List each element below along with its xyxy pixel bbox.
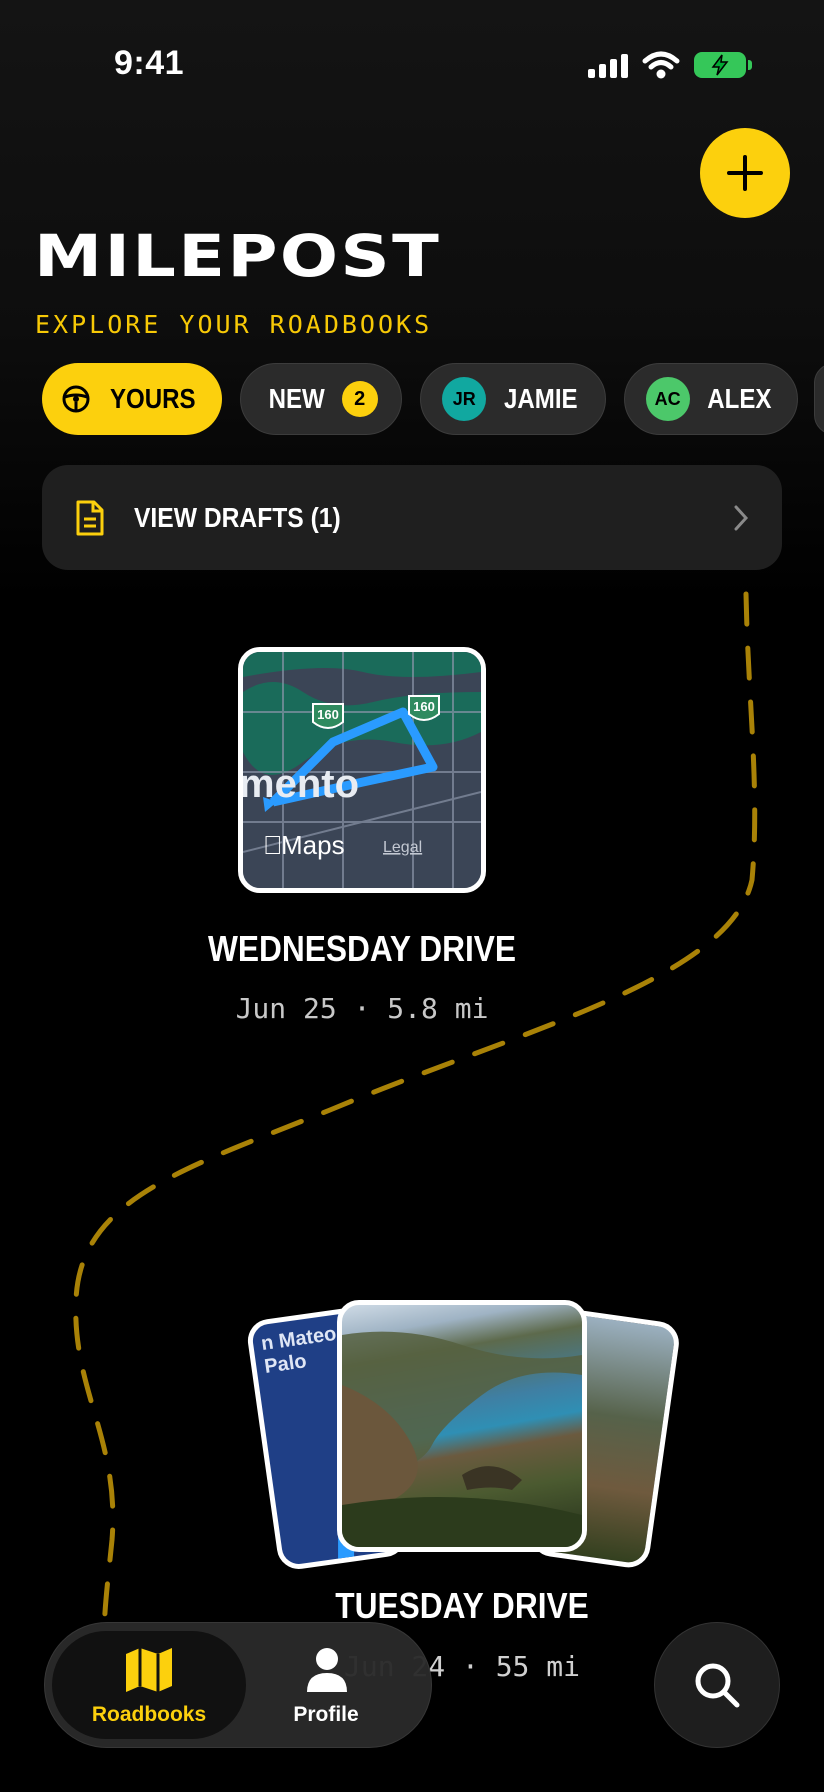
- battery-cap-icon: [748, 60, 752, 70]
- map-icon: [126, 1648, 172, 1692]
- tab-profile[interactable]: Profile: [229, 1703, 423, 1727]
- new-count-badge: 2: [341, 381, 378, 417]
- chevron-right-icon: [734, 505, 749, 530]
- status-time: 9:41: [114, 44, 185, 82]
- view-drafts-label: VIEW DRAFTS (1): [134, 501, 341, 533]
- svg-text:160: 160: [317, 707, 339, 722]
- filter-chip-label: ALEX: [706, 383, 772, 414]
- svg-text:mento: mento: [243, 762, 359, 806]
- search-icon: [695, 1663, 740, 1708]
- tab-label-roadbooks: Roadbooks: [91, 1703, 207, 1726]
- person-icon: [307, 1648, 347, 1692]
- filter-chip-new[interactable]: NEW 2: [240, 363, 402, 435]
- roadbook-title: WEDNESDAY DRIVE: [207, 928, 517, 969]
- filter-chip-more[interactable]: [814, 363, 824, 435]
- wifi-icon: [642, 51, 680, 79]
- filter-chip-label: NEW: [268, 383, 326, 414]
- avatar: JR: [442, 377, 487, 421]
- roadbook-meta: Jun 25 · 5.8 mi: [235, 992, 489, 1025]
- filter-chip-alex[interactable]: AC ALEX: [624, 363, 798, 435]
- filter-chip-jamie[interactable]: JR JAMIE: [420, 363, 606, 435]
- filter-chip-yours[interactable]: YOURS: [42, 363, 222, 435]
- search-button[interactable]: [654, 1622, 780, 1748]
- svg-text:Legal: Legal: [383, 839, 422, 856]
- filter-chip-label: JAMIE: [504, 383, 578, 414]
- document-icon: [76, 500, 104, 535]
- tuesday-coast-photo[interactable]: [337, 1300, 587, 1552]
- svg-text:Maps: Maps: [281, 830, 345, 860]
- wednesday-map-thumbnail[interactable]: 160 160 mento  Maps Legal: [238, 647, 486, 893]
- plus-icon: [727, 155, 763, 191]
- add-roadbook-button[interactable]: [700, 128, 790, 218]
- view-drafts-row[interactable]: VIEW DRAFTS (1): [42, 465, 782, 570]
- svg-text:160: 160: [413, 699, 435, 714]
- svg-text:: : [263, 830, 283, 860]
- roadbook-title: TUESDAY DRIVE: [335, 1585, 589, 1626]
- page-subtitle: EXPLORE YOUR ROADBOOKS: [35, 310, 433, 339]
- app-title: MILEPOST: [34, 222, 442, 290]
- cellular-signal-icon: [588, 54, 628, 78]
- battery-icon: [694, 52, 746, 78]
- avatar: AC: [645, 377, 690, 421]
- filter-chip-label: YOURS: [110, 383, 196, 414]
- steering-wheel-icon: [62, 385, 90, 413]
